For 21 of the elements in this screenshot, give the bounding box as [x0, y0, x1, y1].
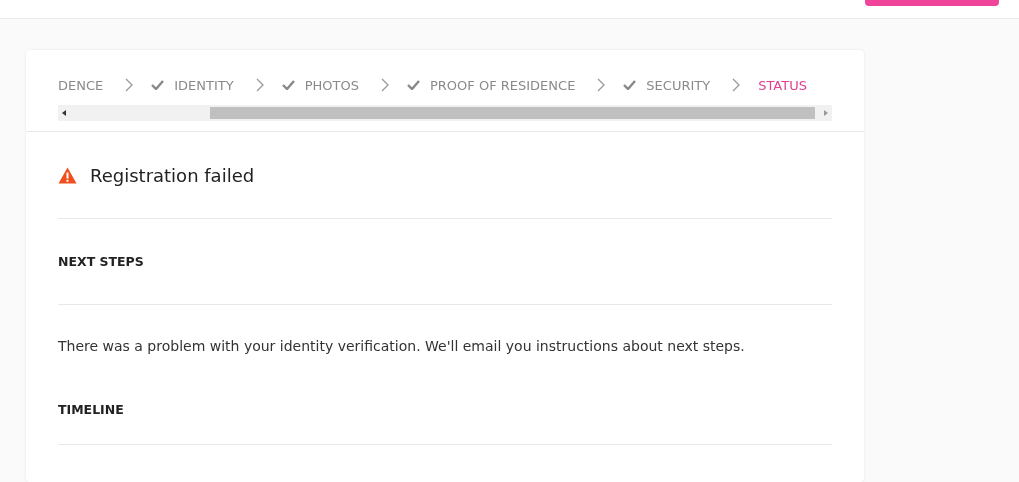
section-heading: NEXT STEPS [58, 219, 832, 305]
section-heading: TIMELINE [58, 368, 832, 445]
step-tab[interactable]: IDENTITY [151, 77, 234, 93]
step-tab[interactable]: SECURITY [623, 77, 711, 93]
chevron-icon [597, 78, 606, 92]
chevron-icon [732, 78, 741, 92]
horizontal-scrollbar[interactable] [58, 105, 832, 121]
step-tab[interactable]: PROOF OF RESIDENCE [407, 77, 576, 93]
check-icon [151, 80, 165, 90]
step-tab[interactable]: DENCE [58, 77, 104, 93]
check-icon [281, 80, 295, 90]
check-icon [407, 80, 420, 90]
section-text: There was a problem with your identity verification. We'll email you instructions about next steps. [58, 337, 746, 356]
status-title: Registration failed [90, 164, 255, 186]
check-icon [623, 80, 637, 90]
step-tab[interactable]: PHOTOS [281, 77, 359, 93]
chevron-icon [255, 78, 264, 92]
warning-icon [58, 166, 77, 184]
chevron-icon [125, 78, 134, 92]
chevron-icon [381, 78, 389, 92]
step-tab[interactable]: STATUS [758, 77, 807, 93]
